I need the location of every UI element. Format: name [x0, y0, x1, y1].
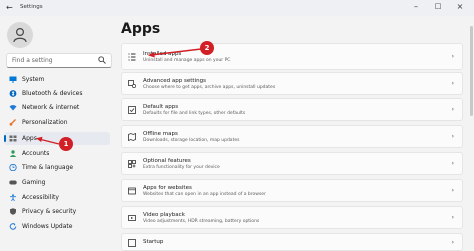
- annotation-overlay: [36, 48, 202, 145]
- annotation-badge-1: 1: [59, 137, 73, 151]
- annotation-arrowhead-1: [36, 136, 43, 142]
- annotation-arrow-2: [150, 48, 202, 56]
- annotation-arrow-1: [38, 138, 60, 145]
- annotation-badge-2: 2: [200, 41, 214, 55]
- annotation-arrowhead-2: [148, 52, 155, 58]
